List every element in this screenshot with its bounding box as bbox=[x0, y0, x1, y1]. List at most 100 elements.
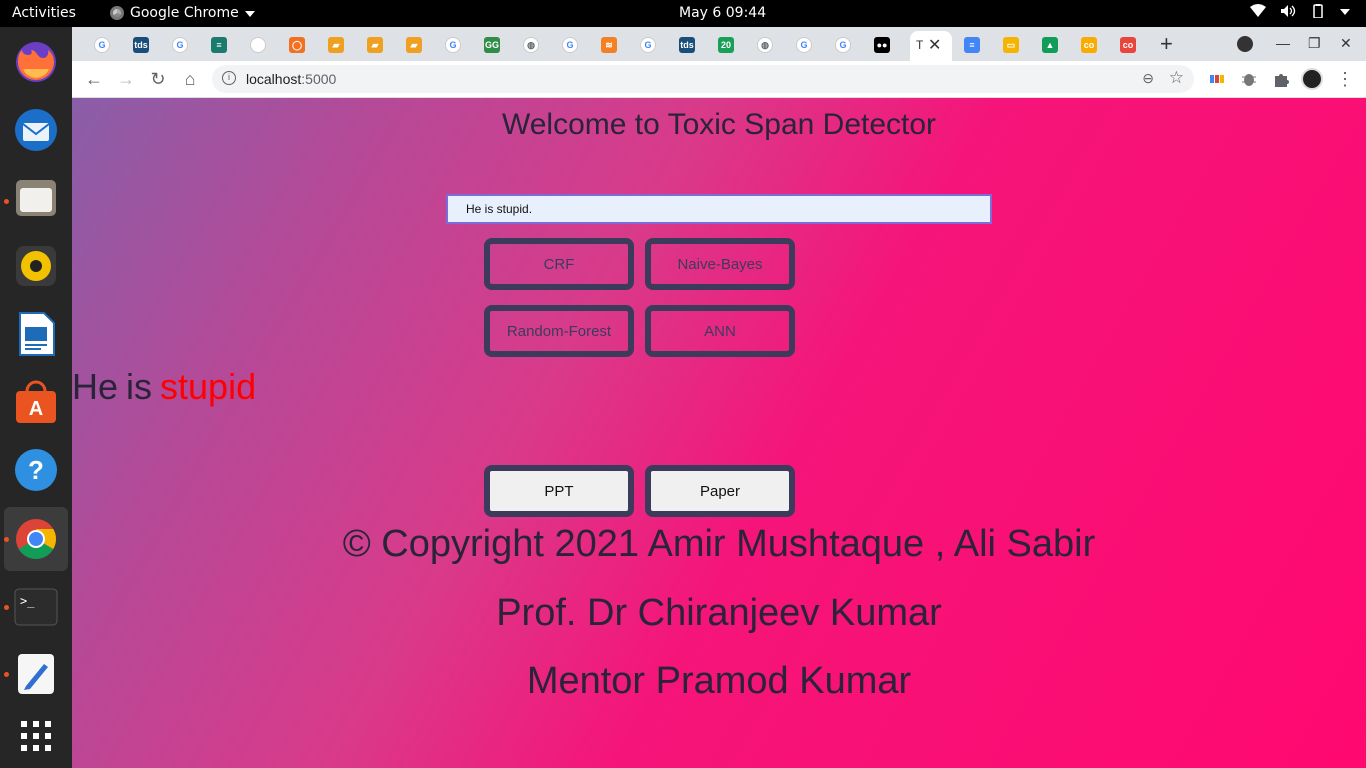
close-tab-icon[interactable]: ✕ bbox=[928, 35, 941, 55]
extensions-puzzle-icon[interactable] bbox=[1272, 70, 1290, 88]
tab-active[interactable]: T ✕ bbox=[910, 31, 952, 61]
google-favicon-icon: G bbox=[445, 37, 461, 53]
files-icon[interactable] bbox=[11, 173, 61, 223]
stack-favicon-icon: ≋ bbox=[601, 37, 617, 53]
tab-colab[interactable]: co bbox=[1073, 33, 1109, 57]
tab-book[interactable]: ▰ bbox=[398, 33, 434, 57]
app-menu[interactable]: Google Chrome bbox=[110, 5, 255, 21]
minimize-icon[interactable]: — bbox=[1276, 35, 1290, 51]
address-bar[interactable]: i localhost:5000 ⊖ ☆ bbox=[212, 65, 1194, 93]
url-port: :5000 bbox=[301, 71, 337, 87]
wifi-icon bbox=[1250, 4, 1266, 17]
gfg-favicon-icon: GG bbox=[484, 37, 500, 53]
new-tab-icon[interactable]: + bbox=[1160, 31, 1173, 57]
chrome-icon[interactable] bbox=[11, 514, 61, 564]
firefox-icon[interactable] bbox=[11, 37, 61, 87]
bookmark-star-icon[interactable]: ☆ bbox=[1169, 68, 1184, 88]
globe-favicon-icon: ◍ bbox=[757, 37, 773, 53]
drive-favicon-icon: ▲ bbox=[1042, 37, 1058, 53]
rhythmbox-icon[interactable] bbox=[11, 241, 61, 291]
terminal-icon[interactable]: >_ bbox=[11, 582, 61, 632]
docs-favicon-icon: ≡ bbox=[964, 37, 980, 53]
tab-docs[interactable]: ≡ bbox=[956, 33, 992, 57]
active-tab-label: T bbox=[916, 38, 924, 52]
book-favicon-icon: ▰ bbox=[328, 37, 344, 53]
app-menu-label: Google Chrome bbox=[130, 5, 239, 21]
close-window-icon[interactable]: ✕ bbox=[1340, 35, 1352, 52]
home-icon[interactable]: ⌂ bbox=[180, 69, 200, 89]
tab-twenty[interactable]: 20 bbox=[710, 33, 746, 57]
tab-medium[interactable]: ●● bbox=[866, 33, 902, 57]
svg-text:?: ? bbox=[28, 455, 44, 485]
chevron-down-icon bbox=[244, 11, 255, 17]
copyright-text: © Copyright 2021 Amir Mushtaque , Ali Sa… bbox=[342, 523, 1096, 565]
tab-gfg[interactable]: GG bbox=[476, 33, 512, 57]
running-indicator bbox=[4, 672, 9, 677]
software-icon[interactable]: A bbox=[11, 377, 61, 427]
tab-google[interactable]: G bbox=[437, 33, 473, 57]
profile-avatar[interactable] bbox=[1301, 68, 1323, 90]
table-favicon-icon: ≡ bbox=[211, 37, 227, 53]
tab-google[interactable]: G bbox=[788, 33, 824, 57]
ppt-button[interactable]: PPT bbox=[484, 465, 634, 517]
tab-google[interactable]: G bbox=[164, 33, 200, 57]
activities-button[interactable]: Activities bbox=[12, 5, 76, 21]
thunderbird-icon[interactable] bbox=[11, 105, 61, 155]
tab-search-icon[interactable] bbox=[1237, 36, 1253, 52]
tab-google[interactable]: G bbox=[86, 33, 122, 57]
app-grid-icon[interactable] bbox=[11, 711, 61, 761]
tab-table[interactable]: ≡ bbox=[203, 33, 239, 57]
tab-tds[interactable]: tds bbox=[125, 33, 161, 57]
tab-globe[interactable]: ◍ bbox=[749, 33, 785, 57]
help-icon[interactable]: ? bbox=[11, 445, 61, 495]
clock[interactable]: May 6 09:44 bbox=[679, 5, 766, 21]
zoom-icon[interactable]: ⊖ bbox=[1142, 70, 1154, 87]
battery-icon bbox=[1313, 4, 1323, 18]
tab-colab[interactable]: co bbox=[1112, 33, 1148, 57]
tab-google[interactable]: G bbox=[554, 33, 590, 57]
text-input[interactable] bbox=[446, 194, 992, 224]
forward-icon[interactable]: → bbox=[116, 69, 136, 89]
random-forest-button[interactable]: Random-Forest bbox=[484, 305, 634, 357]
browser-toolbar: ← → ↻ ⌂ i localhost:5000 ⊖ ☆ ⋮ bbox=[72, 61, 1366, 98]
system-tray[interactable] bbox=[1250, 4, 1350, 18]
volume-icon bbox=[1281, 5, 1296, 17]
tab-wikipedia[interactable]: W bbox=[242, 33, 278, 57]
ann-button[interactable]: ANN bbox=[645, 305, 795, 357]
twenty-favicon-icon: 20 bbox=[718, 37, 734, 53]
google-favicon-icon: G bbox=[94, 37, 110, 53]
tab-google[interactable]: G bbox=[827, 33, 863, 57]
tab-tds[interactable]: tds bbox=[671, 33, 707, 57]
menu-kebab-icon[interactable]: ⋮ bbox=[1335, 69, 1355, 89]
book-favicon-icon: ▰ bbox=[406, 37, 422, 53]
paper-button[interactable]: Paper bbox=[645, 465, 795, 517]
tab-stack[interactable]: ≋ bbox=[593, 33, 629, 57]
wikipedia-favicon-icon: W bbox=[250, 37, 266, 53]
system-top-bar: Activities Google Chrome May 6 09:44 bbox=[0, 0, 1366, 27]
site-info-icon[interactable]: i bbox=[222, 71, 236, 85]
tab-book[interactable]: ▰ bbox=[359, 33, 395, 57]
running-indicator bbox=[4, 537, 9, 542]
reload-icon[interactable]: ↻ bbox=[148, 69, 168, 89]
running-indicator bbox=[4, 199, 9, 204]
text-editor-icon[interactable] bbox=[11, 649, 61, 699]
libreoffice-writer-icon[interactable] bbox=[11, 309, 61, 359]
globe-favicon-icon: ◍ bbox=[523, 37, 539, 53]
tab-google[interactable]: G bbox=[632, 33, 668, 57]
maximize-icon[interactable]: ❐ bbox=[1308, 35, 1321, 52]
naive-bayes-button[interactable]: Naive-Bayes bbox=[645, 238, 795, 290]
back-icon[interactable]: ← bbox=[84, 69, 104, 89]
tab-ring[interactable]: ◯ bbox=[281, 33, 317, 57]
google-favicon-icon: G bbox=[835, 37, 851, 53]
crf-button[interactable]: CRF bbox=[484, 238, 634, 290]
tab-globe[interactable]: ◍ bbox=[515, 33, 551, 57]
extension-bug-icon[interactable] bbox=[1240, 70, 1258, 88]
result-word: is bbox=[126, 366, 153, 407]
result-text: He is stupid bbox=[72, 366, 256, 408]
url-host: localhost bbox=[246, 71, 302, 87]
tab-drive[interactable]: ▲ bbox=[1034, 33, 1070, 57]
ring-favicon-icon: ◯ bbox=[289, 37, 305, 53]
extension-color-icon[interactable] bbox=[1208, 70, 1226, 88]
tab-slides[interactable]: ▭ bbox=[995, 33, 1031, 57]
tab-book[interactable]: ▰ bbox=[320, 33, 356, 57]
